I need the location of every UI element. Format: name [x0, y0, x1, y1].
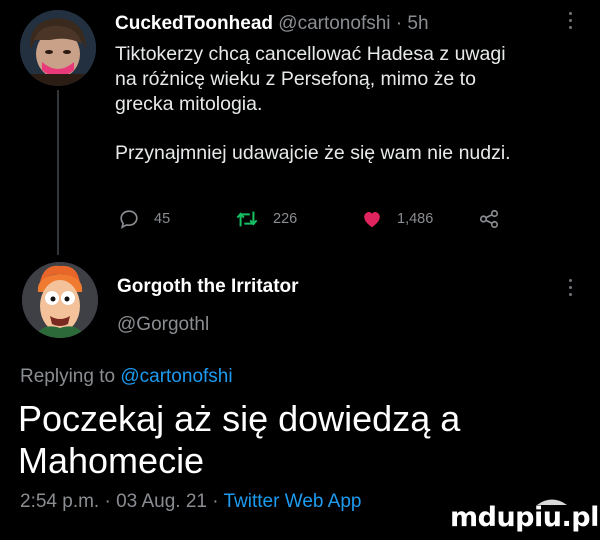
- tweet1-body-line: na różnicę wieku z Persefoną, mimo że to: [115, 68, 476, 90]
- tweet2-source-app[interactable]: Twitter Web App: [224, 491, 362, 512]
- reply-count: 45: [154, 211, 171, 227]
- reply-button[interactable]: 45: [118, 208, 170, 230]
- tweet2-meta: 2:54 p.m. · 03 Aug. 21 · Twitter Web App: [20, 491, 362, 513]
- tweet2-body-line: Poczekaj aż się dowiedzą a: [18, 398, 461, 439]
- tweet1-more-icon[interactable]: [566, 12, 574, 34]
- tweet2-author-handle[interactable]: @Gorgothl: [117, 314, 209, 336]
- share-button[interactable]: [478, 208, 500, 230]
- parent-tweet: CuckedToonhead @cartonofshi · 5h Tiktoke…: [0, 0, 600, 260]
- heart-icon: [364, 211, 380, 228]
- retweet-icon: [236, 211, 258, 227]
- tweet2-body-line: Mahomecie: [18, 440, 205, 481]
- tweet1-separator: ·: [390, 13, 408, 34]
- share-icon: [479, 209, 499, 229]
- reply-icon: [120, 210, 138, 229]
- tweet1-author-handle[interactable]: @cartonofshi: [278, 13, 390, 34]
- muppet-avatar-icon: [22, 262, 98, 338]
- tweet1-body: Tiktokerzy chcą cancellować Hadesa z uwa…: [115, 42, 600, 166]
- gorgoth-avatar[interactable]: [22, 262, 98, 338]
- tweet2-author-name[interactable]: Gorgoth the Irritator: [117, 276, 299, 298]
- replying-to-mention[interactable]: @cartonofshi: [120, 366, 232, 387]
- like-button[interactable]: 1,486: [361, 208, 433, 230]
- retweet-count: 226: [273, 211, 298, 227]
- tweet1-body-line: Tiktokerzy chcą cancellować Hadesa z uwa…: [115, 43, 506, 65]
- tweet1-header: CuckedToonhead @cartonofshi · 5h: [115, 12, 429, 36]
- tweet2-more-icon[interactable]: [566, 279, 574, 301]
- tweet2-timestamp[interactable]: 2:54 p.m. · 03 Aug. 21 ·: [20, 491, 224, 512]
- tweet1-body-line: grecka mitologia.: [115, 93, 263, 115]
- replying-to-line: Replying to @cartonofshi: [20, 366, 233, 388]
- tweet1-age[interactable]: 5h: [407, 13, 428, 34]
- thread-connector-line: [57, 90, 59, 255]
- replying-prefix: Replying to: [20, 366, 121, 387]
- tweet1-actions-bar: 45 226 1,486: [118, 208, 518, 232]
- like-count: 1,486: [397, 211, 434, 227]
- cartoon-avatar-icon: [20, 10, 96, 86]
- tweet1-author-name[interactable]: CuckedToonhead: [115, 13, 273, 34]
- tweet2-body: Poczekaj aż się dowiedzą a Mahomecie: [18, 398, 588, 482]
- tweet1-body-paragraph-2: Przynajmniej udawajcie że się wam nie nu…: [115, 142, 511, 164]
- watermark-logo: mdupiu.pl: [450, 502, 599, 533]
- cuckedtoonhead-avatar[interactable]: [20, 10, 96, 86]
- retweet-button[interactable]: 226: [235, 208, 297, 230]
